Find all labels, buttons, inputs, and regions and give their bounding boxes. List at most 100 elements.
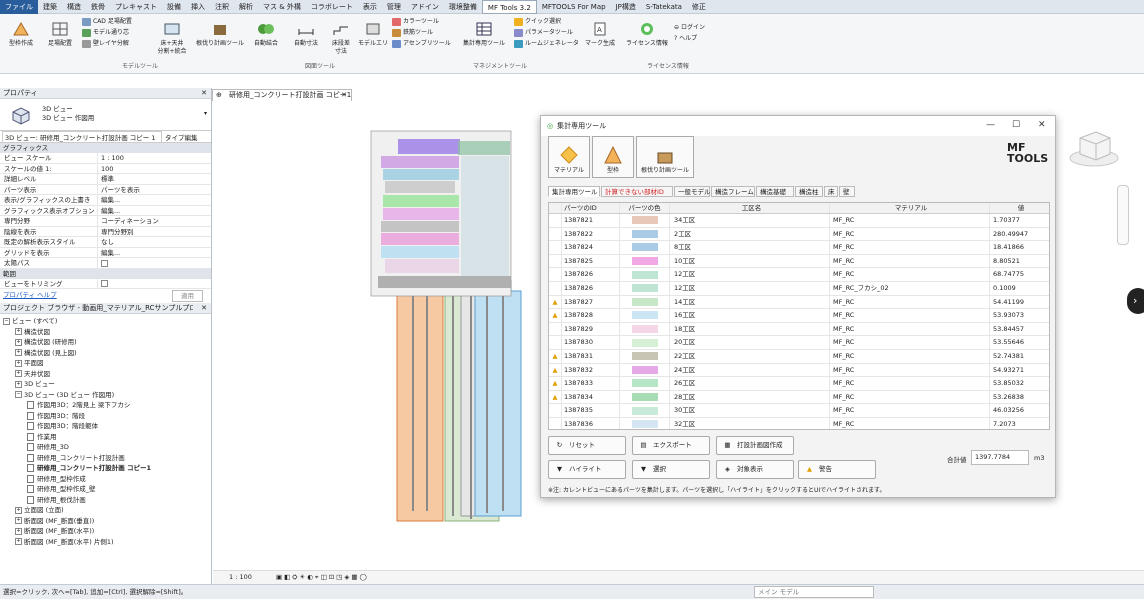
login-button[interactable]: ⊖ ログイン: [674, 22, 705, 33]
apply-button[interactable]: 適用: [172, 290, 203, 302]
property-value[interactable]: コーディネーション: [97, 216, 211, 226]
ribbon-tab[interactable]: コラボレート: [306, 0, 358, 14]
property-value[interactable]: 編集...: [97, 195, 211, 205]
property-value[interactable]: [97, 258, 211, 268]
browser-item[interactable]: + 立面図 (立面): [0, 505, 211, 516]
property-value[interactable]: 編集...: [97, 205, 211, 215]
expand-toggle-icon[interactable]: +: [15, 328, 22, 335]
browser-item[interactable]: + 構造伏図: [0, 327, 211, 338]
next-arrow-button[interactable]: ›: [1127, 288, 1144, 314]
floor-ceiling-button[interactable]: 床+天井 分割+統合: [152, 20, 192, 56]
browser-item[interactable]: + 断面図 (MF_断面(垂直)): [0, 516, 211, 527]
table-row[interactable]: 1387830 20工区 MF_RC 53.55646: [549, 336, 1049, 350]
browser-item[interactable]: −3D ビュー (3D ビュー 作図用): [0, 390, 211, 401]
close-icon[interactable]: ✕: [201, 88, 207, 99]
expand-toggle-icon[interactable]: +: [15, 506, 22, 514]
floor-step-dim-button[interactable]: 床段差 寸法: [326, 20, 356, 56]
browser-item[interactable]: 研修用_3D: [0, 442, 211, 453]
table-row[interactable]: ▲ 1387827 14工区 MF_RC 54.41199: [549, 295, 1049, 310]
browser-item[interactable]: + 構造伏図 (見上図): [0, 348, 211, 359]
ribbon-tab[interactable]: 設備: [162, 0, 186, 14]
assembly-tool-button[interactable]: アセンブリツール: [392, 38, 451, 49]
property-value[interactable]: [97, 278, 211, 288]
browser-item[interactable]: + 平面図: [0, 358, 211, 369]
checkbox[interactable]: [101, 280, 108, 287]
browser-item[interactable]: 研修用_根伐計画: [0, 495, 211, 506]
table-row[interactable]: ▲ 1387831 22工区 MF_RC 52.74381: [549, 349, 1049, 364]
expand-toggle-icon[interactable]: +: [15, 370, 22, 377]
property-value[interactable]: 編集...: [97, 247, 211, 257]
ribbon-tab[interactable]: 管理: [382, 0, 406, 14]
filter-tab[interactable]: 構造フレーム: [711, 186, 755, 197]
excavation-tool-button[interactable]: 根伐り計画ツール: [636, 136, 694, 178]
view-instance-select[interactable]: 3D ビュー: 研修用_コンクリート打設計画 コピー 1: [2, 130, 162, 143]
table-row[interactable]: 1387824 8工区 MF_RC 18.41866: [549, 241, 1049, 255]
type-selector[interactable]: 3D ビュー 3D ビュー 作図用 ▾: [0, 99, 211, 131]
close-icon[interactable]: ✕: [341, 90, 347, 101]
edit-type-button[interactable]: タイプ編集: [165, 132, 198, 142]
reset-button[interactable]: ↻ リセット: [548, 436, 626, 455]
cad-scaffold-button[interactable]: CAD 足場配置: [82, 16, 132, 27]
placement-plan-button[interactable]: ▦ 打設計画図作成: [716, 436, 794, 455]
filter-tab[interactable]: 壁: [839, 186, 855, 197]
auto-join-button[interactable]: 自動結合: [248, 20, 284, 48]
model-query-button[interactable]: モデルエリ: [358, 20, 388, 48]
view-scale[interactable]: 1 : 100: [229, 573, 252, 581]
table-row[interactable]: ▲ 1387832 24工区 MF_RC 54.93271: [549, 363, 1049, 378]
scaffold-button[interactable]: 足場配置: [42, 20, 78, 48]
ribbon-tab[interactable]: 修正: [687, 0, 711, 14]
property-value[interactable]: なし: [97, 237, 211, 247]
properties-help-link[interactable]: プロパティ ヘルプ: [3, 289, 57, 302]
expand-toggle-icon[interactable]: +: [15, 380, 22, 388]
highlight-button[interactable]: ▼ ハイライト: [548, 460, 626, 479]
formwork-button[interactable]: 型枠作成: [4, 20, 38, 48]
rebar-tool-button[interactable]: 鉄筋ツール: [392, 27, 451, 38]
property-value[interactable]: 標準: [97, 174, 211, 184]
table-row[interactable]: 1387826 12工区 MF_RC_フカシ_02 0.1009: [549, 281, 1049, 296]
color-tool-button[interactable]: カラーツール: [392, 16, 451, 27]
browser-item[interactable]: + 断面図 (MF_断面(水平) 片側1): [0, 537, 211, 548]
expand-toggle-icon[interactable]: +: [15, 349, 22, 356]
ribbon-tab[interactable]: 構造: [62, 0, 86, 14]
quick-select-button[interactable]: クイック選択: [514, 16, 579, 27]
export-button[interactable]: ▤ エクスポート: [632, 436, 710, 455]
filter-tab[interactable]: 床: [824, 186, 838, 197]
ribbon-tab[interactable]: 鉄骨: [86, 0, 110, 14]
parameter-tool-button[interactable]: パラメータツール: [514, 27, 579, 38]
view-tab[interactable]: ⊕ 研修用_コンクリート打設計画 コピー1 ✕: [212, 89, 352, 101]
browser-item[interactable]: +3D ビュー: [0, 379, 211, 390]
minimize-icon[interactable]: —: [986, 120, 995, 130]
ribbon-tab[interactable]: JP構造: [611, 0, 641, 14]
ribbon-tab[interactable]: プレキャスト: [110, 0, 162, 14]
browser-item[interactable]: + 天井伏図: [0, 369, 211, 380]
checkbox[interactable]: [101, 259, 108, 267]
material-tool-button[interactable]: マテリアル: [548, 136, 590, 178]
table-row[interactable]: ▲ 1387833 26工区 MF_RC 53.85032: [549, 377, 1049, 391]
expand-toggle-icon[interactable]: +: [15, 517, 22, 524]
model-grid-button[interactable]: モデル通り芯: [82, 27, 132, 38]
filter-tab[interactable]: 構造柱: [795, 186, 823, 197]
show-target-button[interactable]: ◈ 対象表示: [716, 460, 794, 479]
expand-toggle-icon[interactable]: +: [15, 538, 22, 545]
property-value[interactable]: 1 : 100: [97, 153, 211, 163]
warning-button[interactable]: ▲ 警告: [798, 460, 876, 479]
wall-layer-button[interactable]: 壁レイヤ分解: [82, 38, 132, 49]
expand-toggle-icon[interactable]: −: [3, 317, 10, 325]
ribbon-tab[interactable]: マス & 外構: [258, 0, 306, 14]
expand-toggle-icon[interactable]: +: [15, 527, 22, 535]
browser-item[interactable]: 研修用_型枠作成: [0, 474, 211, 485]
ribbon-tab[interactable]: 解析: [234, 0, 258, 14]
expand-toggle-icon[interactable]: +: [15, 338, 22, 346]
browser-item[interactable]: 作業用: [0, 432, 211, 443]
property-value[interactable]: パーツを表示: [97, 184, 211, 194]
browser-item[interactable]: 作図用3D：階段: [0, 411, 211, 422]
filter-tab[interactable]: 構造基礎: [756, 186, 794, 197]
help-button[interactable]: ? ヘルプ: [674, 33, 705, 44]
browser-item[interactable]: + 構造伏図 (研修用): [0, 337, 211, 348]
auto-dim-button[interactable]: 自動寸法: [288, 20, 324, 48]
aggregate-tool-button[interactable]: 集計専用ツール: [458, 20, 510, 48]
view-control-icons[interactable]: ▣◧⛭☀◐⌖◫⊡◳◈▦◯: [276, 573, 369, 581]
table-row[interactable]: ▲ 1387834 28工区 MF_RC 53.26838: [549, 390, 1049, 405]
ribbon-tab[interactable]: 表示: [358, 0, 382, 14]
excavation-button[interactable]: 根伐り計画ツール: [196, 20, 244, 48]
